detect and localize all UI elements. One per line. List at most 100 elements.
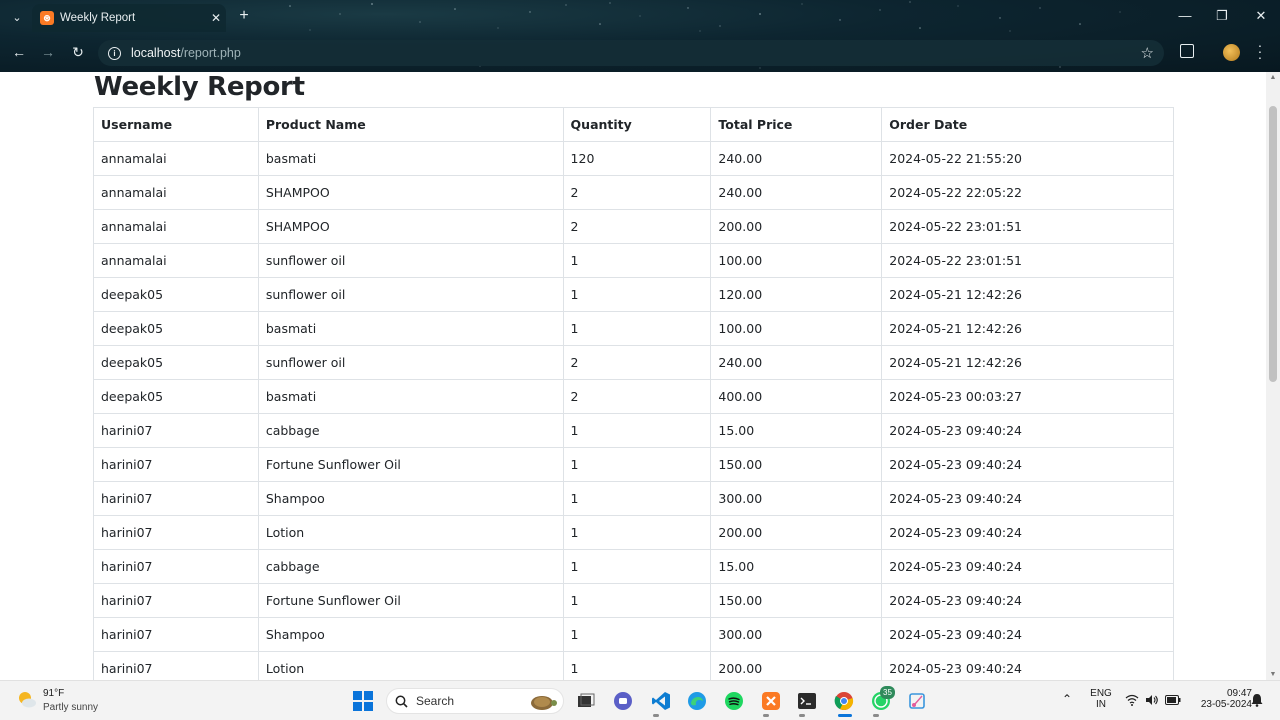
back-button[interactable]: ← <box>8 44 30 60</box>
cell-order-date: 2024-05-22 22:05:22 <box>881 175 1174 210</box>
url-path: /report.php <box>180 46 241 60</box>
cell-product-name: Fortune Sunflower Oil <box>257 583 564 618</box>
cell-quantity: 2 <box>562 175 712 210</box>
wifi-icon[interactable] <box>1125 694 1139 706</box>
profile-avatar[interactable] <box>1223 44 1240 61</box>
cell-order-date: 2024-05-23 09:40:24 <box>881 515 1174 550</box>
cell-quantity: 1 <box>562 413 712 448</box>
tab-title: Weekly Report <box>60 12 136 24</box>
cell-total-price: 240.00 <box>710 345 883 380</box>
cell-order-date: 2024-05-23 09:40:24 <box>881 617 1174 652</box>
site-info-icon[interactable]: i <box>108 46 121 60</box>
extensions-icon[interactable] <box>1180 44 1194 58</box>
cell-quantity: 2 <box>562 209 712 244</box>
forward-button[interactable]: → <box>37 44 59 60</box>
address-bar[interactable]: i localhost/report.php ☆ <box>98 40 1164 66</box>
cell-product-name: Fortune Sunflower Oil <box>257 447 564 482</box>
cell-username: harini07 <box>93 447 259 482</box>
cell-quantity: 1 <box>562 311 712 346</box>
cell-product-name: basmati <box>257 141 564 176</box>
clock-time: 09:47 <box>1226 688 1252 699</box>
cell-username: annamalai <box>93 175 259 210</box>
chrome-icon[interactable] <box>833 690 855 712</box>
clock[interactable]: 09:47 23-05-2024 <box>1188 688 1252 710</box>
edge-browser-icon[interactable] <box>686 690 708 712</box>
table-row: harini07 Lotion 1 200.00 2024-05-23 09:40:24 <box>93 515 1174 550</box>
tab-close-icon[interactable]: ✕ <box>206 11 226 25</box>
maximize-button[interactable]: ❐ <box>1209 8 1235 24</box>
cell-order-date: 2024-05-23 00:03:27 <box>881 379 1174 414</box>
cell-product-name: Shampoo <box>257 617 564 652</box>
cell-username: harini07 <box>93 515 259 550</box>
show-hidden-icons-chevron-icon[interactable]: ⌃ <box>1062 692 1072 706</box>
table-row: harini07 Shampoo 1 300.00 2024-05-23 09:40:2… <box>93 617 1174 652</box>
teams-chat-icon[interactable] <box>612 690 634 712</box>
cell-order-date: 2024-05-21 12:42:26 <box>881 311 1174 346</box>
cell-order-date: 2024-05-23 09:40:24 <box>881 549 1174 584</box>
partly-sunny-icon[interactable] <box>16 689 38 711</box>
terminal-icon[interactable] <box>796 690 818 712</box>
cell-product-name: SHAMPOO <box>257 175 564 210</box>
minimize-button[interactable]: — <box>1172 8 1198 23</box>
cell-total-price: 240.00 <box>710 141 883 176</box>
cell-product-name: cabbage <box>257 413 564 448</box>
cell-total-price: 200.00 <box>710 209 883 244</box>
whatsapp-unread-badge: 35 <box>880 686 895 699</box>
windows-start-icon[interactable] <box>352 690 374 712</box>
search-icon <box>395 695 408 708</box>
header-order-date: Order Date <box>881 107 1174 142</box>
table-header-row: Username Product Name Quantity Total Pri… <box>93 107 1174 142</box>
scroll-thumb[interactable] <box>1269 106 1277 382</box>
page-scrollbar[interactable]: ▲ ▼ <box>1266 72 1280 680</box>
snipping-tool-icon[interactable] <box>906 690 928 712</box>
cell-quantity: 1 <box>562 481 712 516</box>
table-row: deepak05 basmati 1 100.00 2024-05-21 12:42:2… <box>93 311 1174 346</box>
cell-total-price: 200.00 <box>710 651 883 680</box>
battery-icon[interactable] <box>1165 695 1181 705</box>
spotify-icon[interactable] <box>723 690 745 712</box>
volume-icon[interactable] <box>1145 694 1159 706</box>
cell-username: harini07 <box>93 583 259 618</box>
window-close-button[interactable]: ✕ <box>1248 8 1274 24</box>
cell-username: harini07 <box>93 549 259 584</box>
cell-total-price: 15.00 <box>710 549 883 584</box>
cell-total-price: 120.00 <box>710 277 883 312</box>
task-view-icon[interactable] <box>575 690 597 712</box>
cell-product-name: basmati <box>257 379 564 414</box>
new-tab-button[interactable]: + <box>234 7 254 25</box>
table-row: harini07 cabbage 1 15.00 2024-05-23 09:40:24 <box>93 413 1174 448</box>
region-code: IN <box>1096 699 1106 710</box>
cell-order-date: 2024-05-21 12:42:26 <box>881 345 1174 380</box>
notification-bell-icon[interactable] <box>1251 693 1263 707</box>
table-row: annamalai SHAMPOO 2 200.00 2024-05-22 23:01:… <box>93 209 1174 244</box>
cell-username: harini07 <box>93 481 259 516</box>
tab-search-button[interactable]: ⌄ <box>6 6 28 28</box>
language-indicator[interactable]: ENG IN <box>1088 688 1114 710</box>
terminal-running-indicator <box>799 714 805 717</box>
cell-total-price: 300.00 <box>710 617 883 652</box>
scroll-down-arrow-icon[interactable]: ▼ <box>1269 671 1277 678</box>
cell-product-name: sunflower oil <box>257 345 564 380</box>
cell-quantity: 1 <box>562 243 712 278</box>
cell-order-date: 2024-05-23 09:40:24 <box>881 447 1174 482</box>
table-row: annamalai basmati 120 240.00 2024-05-22 21:5… <box>93 141 1174 176</box>
browser-chrome: ⌄ ⊛ Weekly Report ✕ + — ❐ ✕ ← → ↻ i loca… <box>0 0 1280 72</box>
cell-quantity: 1 <box>562 583 712 618</box>
tab-weekly-report[interactable]: ⊛ Weekly Report ✕ <box>32 4 226 32</box>
tab-strip: ⌄ ⊛ Weekly Report ✕ + — ❐ ✕ <box>0 0 1280 34</box>
reload-button[interactable]: ↻ <box>67 44 89 61</box>
xampp-icon[interactable] <box>760 690 782 712</box>
table-row: deepak05 sunflower oil 1 120.00 2024-05-21 1… <box>93 277 1174 312</box>
vscode-icon[interactable] <box>650 690 672 712</box>
cell-order-date: 2024-05-23 09:40:24 <box>881 413 1174 448</box>
cell-quantity: 1 <box>562 277 712 312</box>
language-code: ENG <box>1090 688 1112 699</box>
table-row: deepak05 sunflower oil 2 240.00 2024-05-21 1… <box>93 345 1174 380</box>
xampp-favicon-icon: ⊛ <box>40 11 54 25</box>
scroll-up-arrow-icon[interactable]: ▲ <box>1269 74 1277 81</box>
page-viewport: Weekly Report Username Product Name Quan… <box>0 72 1266 680</box>
bookmark-star-icon[interactable]: ☆ <box>1141 44 1154 62</box>
menu-kebab-icon[interactable]: · · · <box>1256 38 1264 64</box>
taskbar-search-box[interactable]: Search <box>386 688 564 714</box>
cell-total-price: 15.00 <box>710 413 883 448</box>
